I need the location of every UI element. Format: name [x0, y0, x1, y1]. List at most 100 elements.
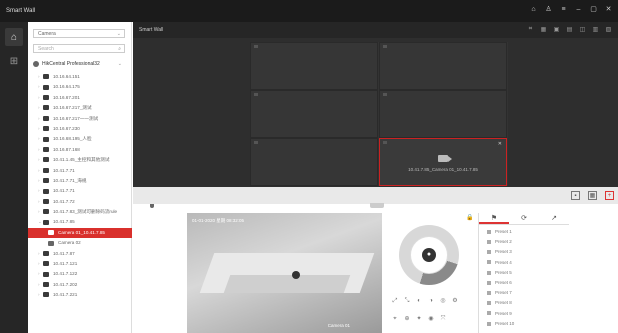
site-selector[interactable]: HikCentral Professional32 ⌄: [33, 59, 125, 69]
device-icon: [43, 261, 49, 267]
wall-cell[interactable]: [250, 42, 378, 90]
eye-icon[interactable]: ◉: [427, 315, 435, 323]
preset-item[interactable]: Preset 5: [479, 268, 569, 278]
device-icon: [43, 136, 49, 142]
cell-marker: [383, 93, 387, 96]
tree-device-item[interactable]: › 10.16.67.201: [28, 93, 132, 103]
focus-near-icon[interactable]: ◐: [415, 297, 423, 305]
add-window-icon[interactable]: +: [605, 191, 614, 200]
wiper-icon[interactable]: ⌖: [391, 315, 399, 323]
tree-device-item[interactable]: › 10.16.67.217_测试: [28, 103, 132, 113]
preset-item[interactable]: Preset 4: [479, 258, 569, 268]
grid-icon[interactable]: ▦: [540, 26, 547, 33]
preset-item[interactable]: Preset 8: [479, 298, 569, 308]
tree-device-item[interactable]: › 10.41.7.122: [28, 269, 132, 279]
device-icon: [43, 167, 49, 173]
tree-device-item[interactable]: › 10.41.1.45_主控和其他测试: [28, 155, 132, 165]
live-video[interactable]: 01-01-2020 星期 08:32:05 Camera 01: [187, 213, 382, 333]
tree-device-item[interactable]: › 10.16.68.195_人脸: [28, 134, 132, 144]
user-icon[interactable]: ♙: [545, 6, 552, 14]
tree-device-item[interactable]: › 10.16.87.168: [28, 145, 132, 155]
wall-cell[interactable]: [250, 90, 378, 138]
device-icon: [43, 282, 49, 288]
tree-device-item[interactable]: › 10.41.7.83_测试可删除码流rule: [28, 207, 132, 217]
home-icon[interactable]: ⌂: [5, 28, 23, 46]
tree-item-label: 10.16.67.217_测试: [53, 105, 92, 111]
lock-icon[interactable]: 🔒: [466, 214, 473, 221]
tree-device-item[interactable]: › 10.41.7.71: [28, 186, 132, 196]
pattern-tab-icon[interactable]: ↗: [539, 213, 569, 224]
tree-device-item[interactable]: ⌄ 10.41.7.85: [28, 217, 132, 227]
close-icon[interactable]: ✕: [605, 6, 612, 14]
settings-icon[interactable]: ⚙: [451, 297, 459, 305]
tree-item-label: 10.41.7.71_海规: [53, 177, 87, 183]
wall-name: Smart Wall: [139, 27, 164, 33]
zoom-out-icon[interactable]: ⤡: [403, 297, 411, 305]
window-icon[interactable]: ▣: [553, 26, 560, 33]
tree-camera-item[interactable]: Camera 02: [28, 238, 132, 248]
preset-item[interactable]: Preset 2: [479, 237, 569, 247]
layout-icon[interactable]: ⊞: [5, 52, 23, 70]
focus-far-icon[interactable]: ◑: [427, 297, 435, 305]
title-bar: Smart Wall ⌂ ♙ ≡ – ▢ ✕: [0, 0, 618, 22]
device-icon: [43, 157, 49, 163]
tree-device-item[interactable]: › 10.41.7.221: [28, 290, 132, 300]
split-icon[interactable]: ▤: [566, 26, 573, 33]
light-icon[interactable]: ✦: [415, 315, 423, 323]
preset-item[interactable]: Preset 6: [479, 278, 569, 288]
preset-tab-icon[interactable]: ⚑: [479, 213, 509, 224]
device-icon: [43, 178, 49, 184]
device-icon: [43, 95, 49, 101]
device-icon: [43, 219, 49, 225]
close-icon[interactable]: ✕: [498, 141, 502, 147]
search-input[interactable]: Search ⌕: [33, 44, 125, 53]
preset-item[interactable]: Preset 7: [479, 288, 569, 298]
preset-item[interactable]: Preset 9: [479, 309, 569, 319]
cell-marker: [254, 141, 258, 144]
preset-item[interactable]: Preset 1: [479, 227, 569, 237]
zoom-icon[interactable]: ⊕: [403, 315, 411, 323]
tree-device-item[interactable]: › 10.16.64.151: [28, 72, 132, 82]
wall-cell[interactable]: [250, 138, 378, 186]
preset-item[interactable]: Preset 10: [479, 319, 569, 329]
preset-label: Preset 1: [495, 229, 512, 234]
layout-1x1-icon[interactable]: ▪: [571, 191, 580, 200]
device-icon: [43, 147, 49, 153]
preset-item[interactable]: Preset 3: [479, 247, 569, 257]
tree-device-item[interactable]: › 10.16.64.175: [28, 82, 132, 92]
list-icon[interactable]: ≡: [560, 6, 567, 14]
tree-device-item[interactable]: › 10.16.67.230: [28, 124, 132, 134]
tree-device-item[interactable]: › 10.16.67.217一一测试: [28, 114, 132, 124]
tree-item-label: 10.41.7.122: [53, 271, 78, 277]
tree-device-item[interactable]: › 10.41.7.72: [28, 197, 132, 207]
resource-type-dropdown[interactable]: Camera ⌄: [33, 29, 125, 38]
tree-device-item[interactable]: › 10.41.7.71: [28, 166, 132, 176]
bell-icon[interactable]: ⌂: [530, 6, 537, 14]
collapse-handle[interactable]: [370, 203, 384, 208]
search-icon[interactable]: ⌕: [118, 45, 121, 53]
layout-2x2-icon[interactable]: ▦: [588, 191, 597, 200]
tree-device-item[interactable]: › 10.41.7.121: [28, 259, 132, 269]
tree-device-item[interactable]: › 10.41.7.71_海规: [28, 176, 132, 186]
more-icon[interactable]: ▧: [605, 26, 612, 33]
wall-cell[interactable]: [379, 90, 507, 138]
fullscreen-icon[interactable]: ⤧: [439, 315, 447, 323]
tree-device-item[interactable]: › 10.41.7.87: [28, 249, 132, 259]
tree-device-item[interactable]: › 10.41.7.202: [28, 280, 132, 290]
patrol-tab-icon[interactable]: ⟳: [509, 213, 539, 224]
tree-item-label: 10.41.7.71: [53, 167, 75, 173]
clear-icon[interactable]: ◫: [579, 26, 586, 33]
module-sidebar: ⌂ ⊞: [0, 22, 28, 333]
iris-icon[interactable]: ◎: [439, 297, 447, 305]
filter-icon[interactable]: ⌗: [527, 26, 534, 33]
maximize-icon[interactable]: ▢: [590, 6, 597, 14]
tree-camera-item[interactable]: Camera 01_10.41.7.85: [28, 227, 132, 239]
wall-cell-active[interactable]: ✕ 10.41.7.85_Camera 01_10.41.7.85: [379, 138, 507, 186]
tree-list: › 10.16.64.151 › 10.16.64.175 › 10.16.67.201 ›…: [28, 72, 132, 301]
screen-icon[interactable]: ▥: [592, 26, 599, 33]
device-icon: [43, 271, 49, 277]
wall-cell[interactable]: [379, 42, 507, 90]
ptz-center-knob[interactable]: ●: [422, 248, 436, 262]
zoom-in-icon[interactable]: ⤢: [391, 297, 399, 305]
minimize-icon[interactable]: –: [575, 6, 582, 14]
